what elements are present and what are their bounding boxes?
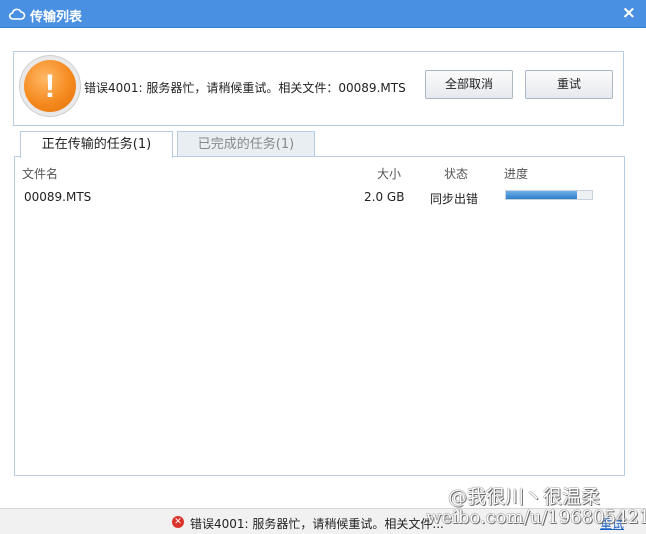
tab-completed[interactable]: 已完成的任务(1)	[177, 131, 315, 157]
column-header-status[interactable]: 状态	[444, 165, 468, 182]
retry-button[interactable]: 重试	[525, 70, 613, 99]
file-status: 同步出错	[430, 192, 479, 206]
window-body: ! 错误4001: 服务器忙，请稍候重试。相关文件：00089.MTS 全部取消…	[0, 28, 646, 508]
title-bar: 传输列表 ×	[0, 0, 646, 28]
watermark-handle: @我很川丶很温柔	[448, 486, 601, 508]
progress-bar	[505, 190, 593, 200]
file-size: 2.0 GB	[364, 190, 405, 204]
file-name: 00089.MTS	[24, 190, 92, 204]
status-message: 错误4001: 服务器忙，请稍候重试。相关文件...	[190, 517, 444, 531]
error-icon: ✕	[172, 516, 184, 528]
warning-icon: !	[24, 60, 76, 112]
cloud-icon	[8, 8, 26, 20]
column-header-progress[interactable]: 进度	[504, 165, 528, 182]
watermark-url: weibo.com/u/1968054215	[426, 507, 646, 528]
cancel-all-button[interactable]: 全部取消	[425, 70, 513, 99]
error-box: ! 错误4001: 服务器忙，请稍候重试。相关文件：00089.MTS 全部取消…	[13, 51, 624, 126]
error-message: 错误4001: 服务器忙，请稍候重试。相关文件：00089.MTS	[84, 81, 406, 95]
window-title: 传输列表	[30, 10, 83, 25]
progress-fill	[506, 191, 578, 199]
tab-transferring[interactable]: 正在传输的任务(1)	[20, 131, 173, 158]
column-header-name[interactable]: 文件名	[22, 165, 58, 182]
close-icon[interactable]: ×	[622, 3, 636, 23]
column-header-size[interactable]: 大小	[377, 165, 401, 182]
transfer-list: 文件名 大小 状态 进度 00089.MTS 2.0 GB 同步出错	[14, 156, 625, 476]
